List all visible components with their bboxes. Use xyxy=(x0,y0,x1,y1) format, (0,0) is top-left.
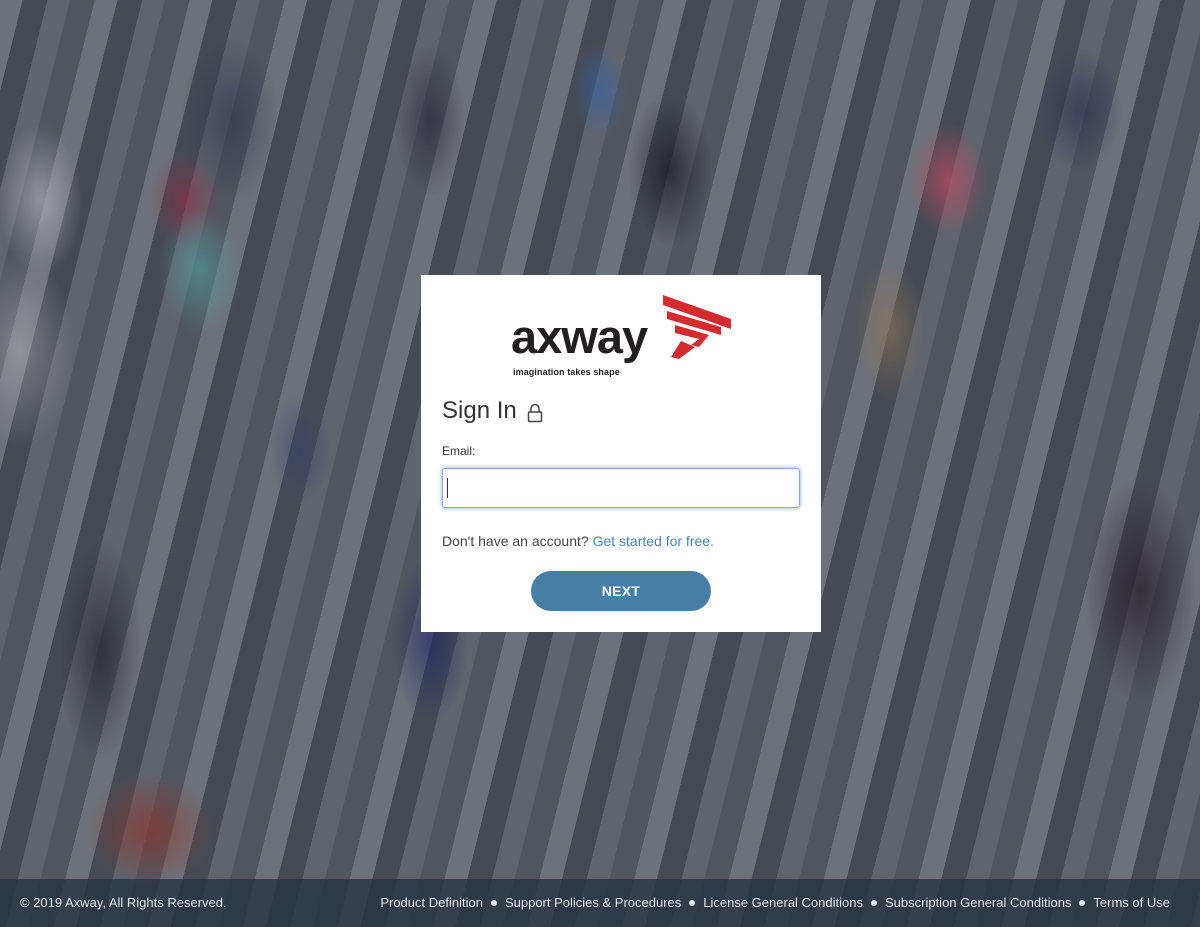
text-caret xyxy=(447,478,448,498)
product-definition-link[interactable]: Product Definition xyxy=(380,895,483,910)
email-input[interactable] xyxy=(442,468,800,508)
separator-dot xyxy=(870,899,877,906)
signin-title: Sign In xyxy=(442,397,517,424)
no-account-text: Don't have an account? xyxy=(442,533,589,549)
next-button[interactable]: NEXT xyxy=(531,571,711,611)
email-label: Email: xyxy=(442,444,476,458)
signin-card: axway imagination takes shape Sign In Em… xyxy=(421,275,821,632)
footer-links: Product Definition Support Policies & Pr… xyxy=(380,895,1170,910)
signin-heading: Sign In xyxy=(442,397,543,425)
get-started-link[interactable]: Get started for free. xyxy=(593,533,714,549)
lock-icon xyxy=(527,403,542,423)
logo-wordmark: axway xyxy=(511,310,648,363)
axway-logo-icon xyxy=(663,295,731,359)
footer: © 2019 Axway, All Rights Reserved. Produ… xyxy=(0,879,1200,927)
signup-prompt: Don't have an account? Get started for f… xyxy=(442,533,714,549)
terms-of-use-link[interactable]: Terms of Use xyxy=(1093,895,1170,910)
copyright-text: © 2019 Axway, All Rights Reserved. xyxy=(20,895,227,910)
separator-dot xyxy=(490,899,497,906)
separator-dot xyxy=(689,899,696,906)
separator-dot xyxy=(1079,899,1086,906)
logo-tagline: imagination takes shape xyxy=(513,367,620,377)
license-conditions-link[interactable]: License General Conditions xyxy=(703,895,863,910)
axway-logo: axway imagination takes shape xyxy=(511,295,731,379)
support-policies-link[interactable]: Support Policies & Procedures xyxy=(505,895,681,910)
subscription-conditions-link[interactable]: Subscription General Conditions xyxy=(885,895,1071,910)
